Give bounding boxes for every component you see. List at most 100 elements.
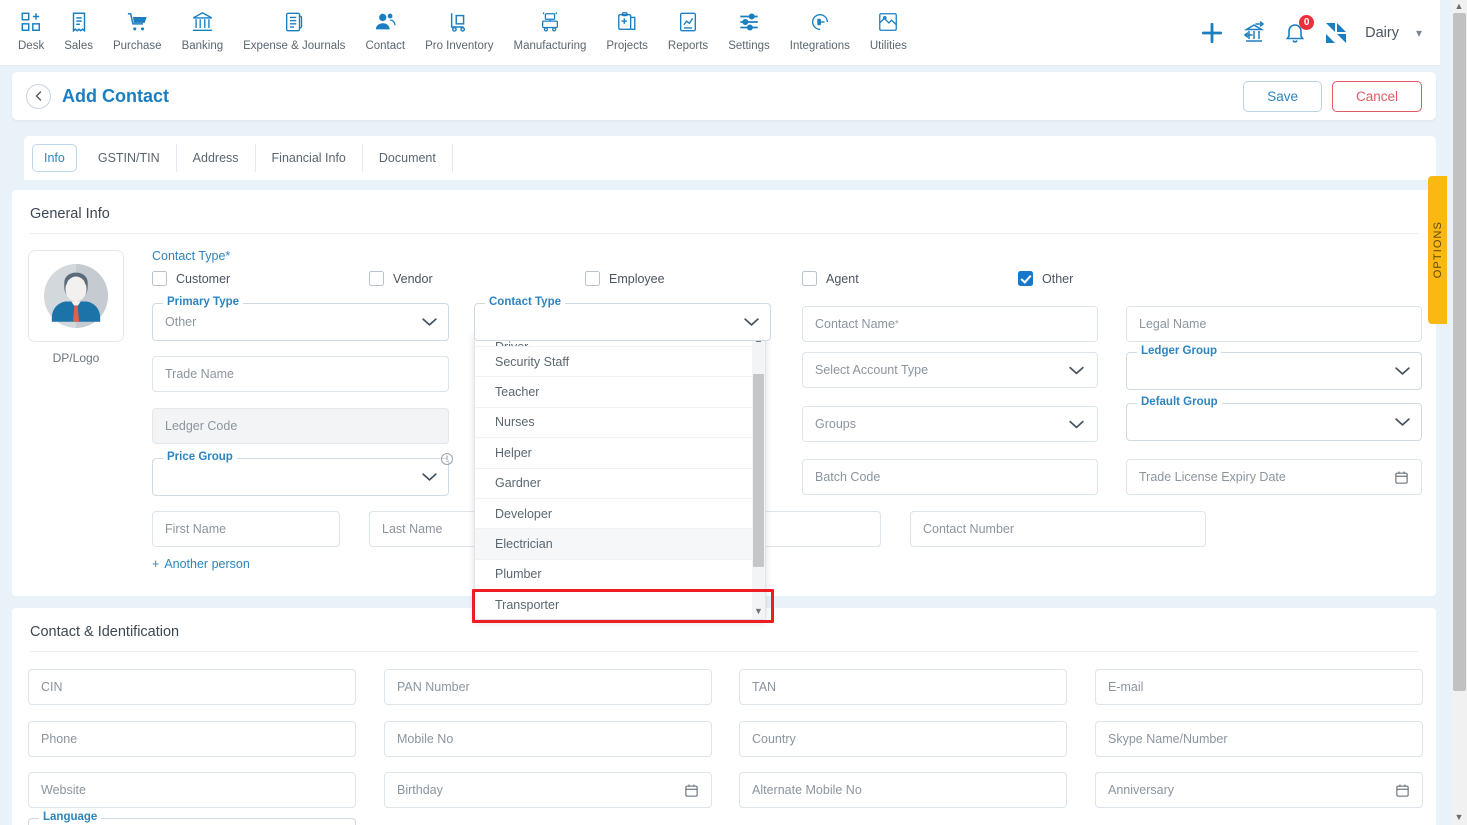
checkbox-employee[interactable]: Employee [585, 271, 665, 286]
checkbox-box[interactable] [585, 271, 600, 286]
dropdown-option-electrician[interactable]: Electrician [475, 529, 765, 560]
dropdown-option-nurses[interactable]: Nurses [475, 407, 765, 439]
country-input[interactable]: Country [739, 721, 1067, 757]
birthday-input[interactable]: Birthday [384, 772, 712, 808]
chevron-down-icon[interactable] [1068, 365, 1085, 376]
chevron-down-icon[interactable] [1394, 366, 1411, 377]
nav-item-purchase[interactable]: Purchase [103, 0, 172, 52]
tan-input[interactable]: TAN [739, 669, 1067, 705]
dropdown-option-helper[interactable]: Helper [475, 438, 765, 469]
save-button[interactable]: Save [1243, 80, 1322, 112]
cancel-button[interactable]: Cancel [1331, 80, 1422, 112]
nav-right-actions: 0 Dairy ▾ [1199, 0, 1440, 66]
batch-code-input[interactable]: Batch Code [802, 459, 1098, 495]
contact-name-placeholder: Contact Name [815, 317, 895, 331]
nav-item-banking[interactable]: Banking [172, 0, 234, 52]
nav-item-expense-journals[interactable]: Expense & Journals [233, 0, 355, 52]
account-type-select[interactable]: Select Account Type [802, 352, 1098, 388]
ledger-group-select[interactable]: Ledger Group [1126, 345, 1422, 390]
nav-item-contact[interactable]: Contact [355, 0, 415, 52]
dropdown-scrollbar-thumb[interactable] [753, 374, 764, 567]
email-input[interactable]: E-mail [1095, 669, 1423, 705]
default-group-select[interactable]: Default Group [1126, 396, 1422, 441]
dropdown-option-security-staff[interactable]: Security Staff [475, 347, 765, 378]
chevron-down-icon[interactable]: ▾ [1416, 26, 1422, 40]
company-selector-label[interactable]: Dairy [1365, 25, 1399, 41]
chevron-down-icon[interactable] [421, 472, 438, 483]
price-group-select[interactable]: Price Group [152, 451, 449, 496]
nav-item-projects[interactable]: Projects [596, 0, 658, 52]
options-side-tab[interactable]: OPTIONS [1428, 176, 1447, 324]
checkbox-box[interactable] [369, 271, 384, 286]
plus-icon[interactable] [1199, 20, 1225, 46]
nav-item-settings[interactable]: Settings [718, 0, 780, 52]
checkbox-other[interactable]: Other [1018, 271, 1073, 286]
notification-bell-icon[interactable]: 0 [1283, 15, 1315, 45]
tab-document[interactable]: Document [363, 144, 453, 172]
skype-input[interactable]: Skype Name/Number [1095, 721, 1423, 757]
dropdown-option-plumber[interactable]: Plumber [475, 559, 765, 591]
dropdown-option-teacher[interactable]: Teacher [475, 377, 765, 408]
tab-info[interactable]: Info [32, 144, 77, 172]
chevron-down-icon[interactable] [1068, 419, 1085, 430]
nav-item-manufacturing[interactable]: Manufacturing [503, 0, 596, 52]
tab-gstin-tin[interactable]: GSTIN/TIN [82, 144, 177, 172]
anniversary-input[interactable]: Anniversary [1095, 772, 1423, 808]
checkbox-box[interactable] [802, 271, 817, 286]
avatar[interactable] [28, 250, 124, 342]
mobile-no-input[interactable]: Mobile No [384, 721, 712, 757]
scroll-up-arrow-icon[interactable]: ▲ [1454, 1, 1464, 11]
nav-item-reports[interactable]: Reports [658, 0, 718, 52]
browser-scrollbar-thumb[interactable] [1453, 13, 1466, 691]
legal-name-input[interactable]: Legal Name [1126, 306, 1422, 342]
dropdown-option-transporter[interactable]: Transporter [475, 590, 765, 619]
scroll-down-arrow-icon[interactable]: ▼ [1454, 812, 1464, 822]
chevron-down-icon[interactable] [421, 317, 438, 328]
nav-item-utilities[interactable]: Utilities [860, 0, 917, 52]
bank-transfer-icon[interactable] [1242, 21, 1266, 45]
trade-license-expiry-input[interactable]: Trade License Expiry Date [1126, 459, 1422, 495]
add-another-person-button[interactable]: + Another person [152, 557, 250, 571]
checkbox-agent[interactable]: Agent [802, 271, 859, 286]
contact-name-input[interactable]: Contact Name * [802, 306, 1098, 342]
language-select[interactable]: Language [28, 811, 356, 825]
tab-address[interactable]: Address [177, 144, 256, 172]
phone-input[interactable]: Phone [28, 721, 356, 757]
chevron-down-icon[interactable] [1394, 417, 1411, 428]
calendar-icon[interactable] [1395, 783, 1410, 798]
info-icon[interactable]: ! [441, 453, 453, 465]
scroll-down-arrow-icon[interactable]: ▼ [754, 607, 763, 616]
dropdown-option-developer[interactable]: Developer [475, 498, 765, 530]
avatar-upload[interactable]: DP/Logo [28, 250, 124, 365]
apps-grid-icon[interactable] [1324, 21, 1348, 45]
tab-financial-info[interactable]: Financial Info [256, 144, 363, 172]
ledger-code-input[interactable]: Ledger Code [152, 408, 449, 444]
groups-select[interactable]: Groups [802, 406, 1098, 442]
nav-item-sales[interactable]: Sales [54, 0, 103, 52]
contact-type-dropdown-list[interactable]: Driver Security Staff Teacher Nurses Hel… [474, 332, 766, 620]
cin-input[interactable]: CIN [28, 669, 356, 705]
dropdown-option-gardner[interactable]: Gardner [475, 468, 765, 499]
contact-type-select[interactable]: Contact Type [474, 296, 771, 341]
checkbox-box[interactable] [152, 271, 167, 286]
checkbox-vendor[interactable]: Vendor [369, 271, 433, 286]
chevron-down-icon[interactable] [743, 317, 760, 328]
back-button[interactable] [26, 83, 51, 109]
checkbox-customer[interactable]: Customer [152, 271, 230, 286]
contact-number-input[interactable]: Contact Number [910, 511, 1206, 547]
browser-scrollbar-track[interactable]: ▲ ▼ [1452, 0, 1467, 825]
calendar-icon[interactable] [1394, 470, 1409, 485]
calendar-icon[interactable] [684, 783, 699, 798]
alternate-mobile-input[interactable]: Alternate Mobile No [739, 772, 1067, 808]
ledger-group-label: Ledger Group [1137, 345, 1222, 357]
primary-type-select[interactable]: Primary Type Other [152, 296, 449, 341]
nav-item-pro-inventory[interactable]: Pro Inventory [415, 0, 503, 52]
nav-item-desk[interactable]: Desk [8, 0, 54, 52]
nav-item-integrations[interactable]: Integrations [780, 0, 860, 52]
plus-icon: + [152, 557, 160, 571]
trade-name-input[interactable]: Trade Name [152, 356, 449, 392]
checkbox-box[interactable] [1018, 271, 1033, 286]
first-name-input[interactable]: First Name [152, 511, 340, 547]
website-input[interactable]: Website [28, 772, 356, 808]
pan-number-input[interactable]: PAN Number [384, 669, 712, 705]
